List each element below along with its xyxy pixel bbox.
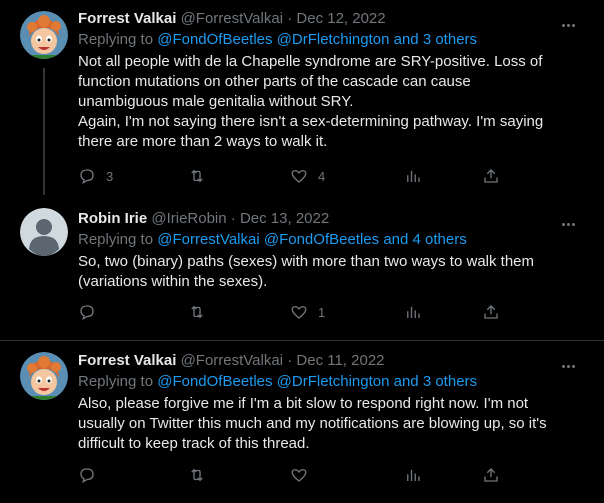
more-options-icon[interactable] xyxy=(562,213,582,226)
retweet-icon xyxy=(191,468,203,482)
heart-icon xyxy=(291,469,307,482)
analytics-icon xyxy=(407,469,420,481)
share-icon xyxy=(484,305,498,319)
reply-button[interactable] xyxy=(78,466,106,484)
retweet-icon xyxy=(191,305,203,319)
share-icon xyxy=(484,468,498,482)
replying-prefix: Replying to xyxy=(78,373,154,390)
analytics-icon xyxy=(407,170,420,182)
retweet-button[interactable] xyxy=(188,167,216,185)
tweet-actions: 1 xyxy=(78,303,518,323)
replying-users-link[interactable]: @ForrestValkai @FondOfBeetles xyxy=(157,231,379,248)
cartoon-avatar-icon xyxy=(20,11,68,59)
avatar[interactable] xyxy=(20,352,68,400)
display-name[interactable]: Robin Irie xyxy=(78,210,147,227)
share-icon xyxy=(484,169,498,183)
replying-and: and xyxy=(393,373,419,390)
replying-others-link[interactable]: 3 others xyxy=(423,31,477,48)
tweet-text-line: unambiguous male genitalia without SRY. xyxy=(78,93,354,110)
tweet-text-line: usually on Twitter this much and my noti… xyxy=(78,415,547,432)
replying-to: Replying to @FondOfBeetles @DrFletchingt… xyxy=(78,30,590,50)
retweet-icon xyxy=(191,169,203,183)
avatar[interactable] xyxy=(20,11,68,59)
display-name[interactable]: Forrest Valkai xyxy=(78,10,176,27)
replying-and: and xyxy=(383,231,409,248)
replying-others-link[interactable]: 4 others xyxy=(413,231,467,248)
heart-icon xyxy=(291,306,307,319)
replying-prefix: Replying to xyxy=(78,231,154,248)
replying-to: Replying to @ForrestValkai @FondOfBeetle… xyxy=(78,230,590,250)
reply-count: 3 xyxy=(106,168,114,184)
separator-dot: · xyxy=(287,352,293,369)
default-avatar-icon xyxy=(20,208,68,256)
tweet-text-line: there are more than 2 ways to walk it. xyxy=(78,133,328,150)
separator-dot: · xyxy=(287,10,293,27)
replying-others-link[interactable]: 3 others xyxy=(423,373,477,390)
like-count: 1 xyxy=(318,304,326,320)
replying-users-link[interactable]: @FondOfBeetles @DrFletchington xyxy=(157,373,389,390)
tweet-date[interactable]: Dec 12, 2022 xyxy=(296,10,385,27)
tweet-text-line: Again, I'm not saying there isn't a sex-… xyxy=(78,113,544,130)
avatar[interactable] xyxy=(20,208,68,256)
tweet[interactable]: Forrest Valkai @ForrestValkai · Dec 12, … xyxy=(0,0,604,195)
share-button[interactable] xyxy=(482,466,500,484)
thread-connector-line xyxy=(43,68,45,195)
tweet[interactable]: Robin Irie @IrieRobin · Dec 13, 2022 Rep… xyxy=(0,195,604,336)
tweet-actions: 3 4 xyxy=(78,167,518,187)
tweet-text-line: Not all people with de la Chapelle syndr… xyxy=(78,53,543,70)
reply-icon xyxy=(80,468,94,484)
share-button[interactable] xyxy=(482,303,500,321)
tweet-text-line: Also, please forgive me if I'm a bit slo… xyxy=(78,395,529,412)
views-button[interactable] xyxy=(404,466,422,484)
views-button[interactable] xyxy=(404,167,422,185)
retweet-button[interactable] xyxy=(188,303,216,321)
tweet-text-line: So, two (binary) paths (sexes) with more… xyxy=(78,253,535,270)
replying-to: Replying to @FondOfBeetles @DrFletchingt… xyxy=(78,372,590,392)
analytics-icon xyxy=(407,306,420,318)
more-options-icon[interactable] xyxy=(562,14,582,27)
like-button[interactable]: 4 xyxy=(290,167,325,185)
heart-icon xyxy=(291,170,307,183)
views-button[interactable] xyxy=(404,303,422,321)
share-button[interactable] xyxy=(482,167,500,185)
tweet-date[interactable]: Dec 11, 2022 xyxy=(296,352,384,369)
like-button[interactable]: 1 xyxy=(290,303,325,321)
tweet-text-line: function mutations on other parts of the… xyxy=(78,73,471,90)
tweet-text-line: (variations within the sexes). xyxy=(78,273,268,290)
replying-users-link[interactable]: @FondOfBeetles @DrFletchington xyxy=(157,31,389,48)
reply-button[interactable]: 3 xyxy=(78,167,113,185)
reply-button[interactable] xyxy=(78,303,106,321)
tweet-date[interactable]: Dec 13, 2022 xyxy=(240,210,329,227)
cartoon-avatar-icon xyxy=(20,352,68,400)
replying-prefix: Replying to xyxy=(78,31,154,48)
tweet[interactable]: Forrest Valkai @ForrestValkai · Dec 11, … xyxy=(0,340,604,503)
reply-icon xyxy=(80,305,94,321)
like-count: 4 xyxy=(318,168,326,184)
tweet-text: Not all people with de la Chapelle syndr… xyxy=(78,52,590,152)
tweet-text: Also, please forgive me if I'm a bit slo… xyxy=(78,394,590,454)
tweet-text-line: difficult to keep track of this thread. xyxy=(78,435,310,452)
tweet-text: So, two (binary) paths (sexes) with more… xyxy=(78,252,590,292)
display-name[interactable]: Forrest Valkai xyxy=(78,352,176,369)
user-handle[interactable]: @ForrestValkai xyxy=(181,352,283,369)
separator-dot: · xyxy=(230,210,236,227)
more-options-icon[interactable] xyxy=(562,355,582,368)
user-handle[interactable]: @ForrestValkai xyxy=(181,10,283,27)
user-handle[interactable]: @IrieRobin xyxy=(151,210,226,227)
reply-icon xyxy=(80,169,94,185)
retweet-button[interactable] xyxy=(188,466,216,484)
tweet-actions xyxy=(78,466,518,486)
replying-and: and xyxy=(393,31,419,48)
like-button[interactable] xyxy=(290,466,318,484)
